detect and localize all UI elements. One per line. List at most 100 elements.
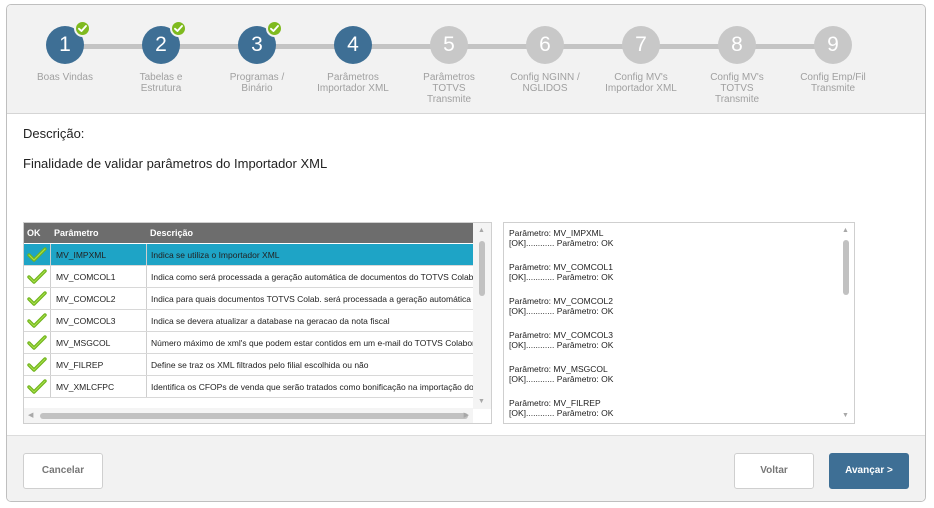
table-row[interactable]: MV_COMCOL3 Indica se devera atualizar a d…: [24, 310, 473, 332]
log-entry: Parâmetro: MV_COMCOL2 [OK]............ Pa…: [509, 296, 613, 330]
scroll-down-icon[interactable]: ▼: [478, 398, 485, 405]
green-check-icon: [24, 244, 50, 265]
step-label-line: Transmite: [714, 94, 760, 105]
log-status-line: [OK]............ Parâmetro: OK: [509, 272, 614, 282]
log-parameter-line: Parâmetro: MV_COMCOL3: [509, 330, 613, 340]
log-entry: Parâmetro: MV_IMPXML [OK]............ Par…: [509, 228, 613, 262]
green-check-icon: [24, 376, 50, 397]
step-label-line: Importador XML: [317, 83, 389, 94]
log-entry: Parâmetro: MV_MSGCOL [OK]............ Par…: [509, 364, 613, 398]
step-number-circle: 7: [622, 26, 660, 64]
scrollbar-thumb[interactable]: [843, 240, 849, 295]
wizard-step-9[interactable]: 9 Config Emp/Fil Transmite: [783, 5, 883, 113]
log-entry: Parâmetro: MV_COMCOL3 [OK]............ Pa…: [509, 330, 613, 364]
parameter-cell: MV_COMCOL2: [50, 288, 146, 309]
green-check-icon: [24, 332, 50, 353]
step-label-line: Boas Vindas: [37, 72, 93, 83]
step-number-circle: 4: [334, 26, 372, 64]
step-label: Parâmetros TOTVS Transmite: [399, 72, 499, 105]
parameter-cell: MV_COMCOL3: [50, 310, 146, 331]
step-number-circle: 8: [718, 26, 756, 64]
wizard-window: 1 Boas Vindas 2 Tabelas e Estrutura 3 Programa…: [6, 4, 926, 502]
wizard-steps: 1 Boas Vindas 2 Tabelas e Estrutura 3 Programa…: [7, 5, 925, 114]
log-entry: Parâmetro: MV_COMCOL1 [OK]............ Pa…: [509, 262, 613, 296]
description-cell: Número máximo de xml's que podem estar c…: [146, 332, 473, 353]
step-label: Parâmetros Importador XML: [303, 72, 403, 94]
scrollbar-thumb[interactable]: [40, 413, 468, 419]
step-label-line: Transmite: [810, 83, 856, 94]
scroll-left-icon[interactable]: ◀: [28, 411, 33, 419]
wizard-step-3[interactable]: 3 Programas / Binário: [207, 5, 307, 113]
cancel-button[interactable]: Cancelar: [23, 453, 103, 489]
wizard-step-2[interactable]: 2 Tabelas e Estrutura: [111, 5, 211, 113]
step-label-line: TOTVS: [720, 83, 754, 94]
parameter-cell: MV_XMLCFPC: [50, 376, 146, 397]
table-row[interactable]: MV_XMLCFPC Identifica os CFOPs de venda q…: [24, 376, 473, 398]
step-label-line: Config MV's: [614, 72, 668, 83]
description-cell: Indica se utiliza o Importador XML: [146, 244, 473, 265]
step-label-line: Programas /: [229, 72, 285, 83]
scrollbar-thumb[interactable]: [479, 241, 485, 296]
parameter-cell: MV_FILREP: [50, 354, 146, 375]
table-row[interactable]: MV_IMPXML Indica se utiliza o Importador …: [24, 244, 473, 266]
column-header-ok[interactable]: OK: [27, 228, 41, 238]
log-parameter-line: Parâmetro: MV_IMPXML: [509, 228, 604, 238]
log-status-line: [OK]............ Parâmetro: OK: [509, 374, 614, 384]
step-label-line: Config Emp/Fil: [800, 72, 866, 83]
next-button[interactable]: Avançar >: [829, 453, 909, 489]
scroll-up-icon[interactable]: ▲: [842, 227, 849, 234]
log-content: Parâmetro: MV_IMPXML [OK]............ Par…: [509, 228, 613, 423]
wizard-step-5[interactable]: 5 Parâmetros TOTVS Transmite: [399, 5, 499, 113]
step-label-line: Parâmetros: [327, 72, 379, 83]
back-button[interactable]: Voltar: [734, 453, 814, 489]
log-status-line: [OK]............ Parâmetro: OK: [509, 238, 614, 248]
wizard-step-1[interactable]: 1 Boas Vindas: [15, 5, 115, 113]
wizard-step-4[interactable]: 4 Parâmetros Importador XML: [303, 5, 403, 113]
description-cell: Indica se devera atualizar a database na…: [146, 310, 473, 331]
green-check-icon: [24, 310, 50, 331]
column-header-parametro[interactable]: Parâmetro: [54, 228, 99, 238]
step-label: Config Emp/Fil Transmite: [783, 72, 883, 94]
step-label-line: Binário: [241, 83, 273, 94]
table-horizontal-scrollbar[interactable]: ◀ ▶: [24, 408, 473, 423]
table-row[interactable]: MV_COMCOL2 Indica para quais documentos T…: [24, 288, 473, 310]
table-header: OK Parâmetro Descrição: [24, 223, 473, 243]
step-label-line: Config NGINN /: [510, 72, 580, 83]
green-check-icon: [24, 266, 50, 287]
step-label-line: Estrutura: [140, 83, 182, 94]
table-row[interactable]: MV_COMCOL1 Indica como será processada a …: [24, 266, 473, 288]
table-row[interactable]: MV_FILREP Define se traz os XML filtrados…: [24, 354, 473, 376]
table-vertical-scrollbar[interactable]: ▲ ▼: [473, 223, 491, 409]
step-label: Boas Vindas: [15, 72, 115, 83]
step-number-circle: 9: [814, 26, 852, 64]
checkmark-badge-icon: [266, 20, 283, 37]
scroll-up-icon[interactable]: ▲: [478, 227, 485, 234]
parameters-table: OK Parâmetro Descrição MV_IMPXML Indica s…: [23, 222, 492, 424]
description-cell: Indica para quais documentos TOTVS Colab…: [146, 288, 473, 309]
green-check-icon: [24, 354, 50, 375]
step-number-circle: 6: [526, 26, 564, 64]
description-cell: Identifica os CFOPs de venda que serão t…: [146, 376, 473, 397]
log-parameter-line: Parâmetro: MV_COMCOL1: [509, 262, 613, 272]
checkmark-badge-icon: [74, 20, 91, 37]
parameter-cell: MV_COMCOL1: [50, 266, 146, 287]
table-row[interactable]: MV_MSGCOL Número máximo de xml's que pode…: [24, 332, 473, 354]
step-label-line: Tabelas e: [139, 72, 183, 83]
scroll-down-icon[interactable]: ▼: [842, 412, 849, 419]
log-parameter-line: Parâmetro: MV_FILREP: [509, 398, 601, 408]
step-label: Programas / Binário: [207, 72, 307, 94]
step-number-circle: 5: [430, 26, 468, 64]
scroll-right-icon[interactable]: ▶: [464, 411, 469, 419]
description-cell: Indica como será processada a geração au…: [146, 266, 473, 287]
step-label: Config MV's TOTVS Transmite: [687, 72, 787, 105]
validation-log[interactable]: Parâmetro: MV_IMPXML [OK]............ Par…: [503, 222, 855, 424]
wizard-step-6[interactable]: 6 Config NGINN / NGLIDOS: [495, 5, 595, 113]
log-vertical-scrollbar[interactable]: ▲ ▼: [838, 223, 854, 423]
column-header-descricao[interactable]: Descrição: [150, 228, 193, 238]
step-label: Tabelas e Estrutura: [111, 72, 211, 94]
wizard-step-8[interactable]: 8 Config MV's TOTVS Transmite: [687, 5, 787, 113]
log-parameter-line: Parâmetro: MV_MSGCOL: [509, 364, 608, 374]
parameter-cell: MV_MSGCOL: [50, 332, 146, 353]
step-label-line: TOTVS: [432, 83, 466, 94]
wizard-step-7[interactable]: 7 Config MV's Importador XML: [591, 5, 691, 113]
